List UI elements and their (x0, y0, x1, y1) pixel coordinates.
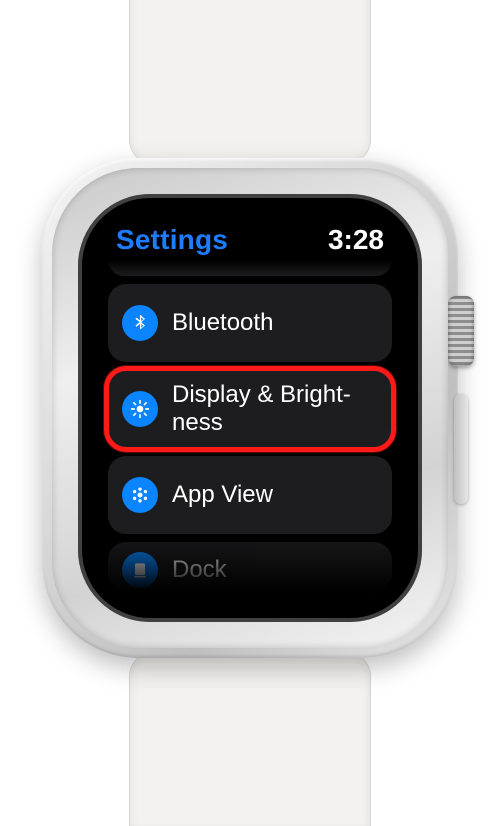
row-dock-label: Dock (172, 556, 227, 584)
row-app-view-label: App View (172, 481, 273, 509)
watch-case-inner: Settings 3:28 Bluetooth (52, 168, 448, 648)
watch-band-top (129, 0, 371, 170)
watch-screen: Settings 3:28 Bluetooth (98, 214, 402, 602)
previous-row-peek (108, 260, 392, 276)
row-display-brightness[interactable]: Display & Bright­ness (108, 370, 392, 448)
watch-case: Settings 3:28 Bluetooth (42, 158, 458, 658)
clock-time: 3:28 (328, 224, 384, 256)
watch-band-bottom (129, 646, 371, 826)
row-app-view[interactable]: App View (108, 456, 392, 534)
row-bluetooth-label: Bluetooth (172, 309, 273, 337)
side-button[interactable] (454, 394, 468, 504)
row-bluetooth[interactable]: Bluetooth (108, 284, 392, 362)
settings-list[interactable]: Bluetooth (98, 260, 402, 598)
back-to-settings[interactable]: Settings (116, 224, 228, 256)
digital-crown[interactable] (448, 296, 474, 366)
status-bar: Settings 3:28 (98, 214, 402, 260)
brightness-icon (122, 391, 158, 427)
dock-icon (122, 552, 158, 588)
row-dock[interactable]: Dock (108, 542, 392, 598)
row-display-brightness-label: Display & Bright­ness (172, 381, 378, 436)
bluetooth-icon (122, 305, 158, 341)
watch-assembly: Settings 3:28 Bluetooth (0, 0, 500, 816)
app-view-icon (122, 477, 158, 513)
watch-bezel: Settings 3:28 Bluetooth (78, 194, 422, 622)
